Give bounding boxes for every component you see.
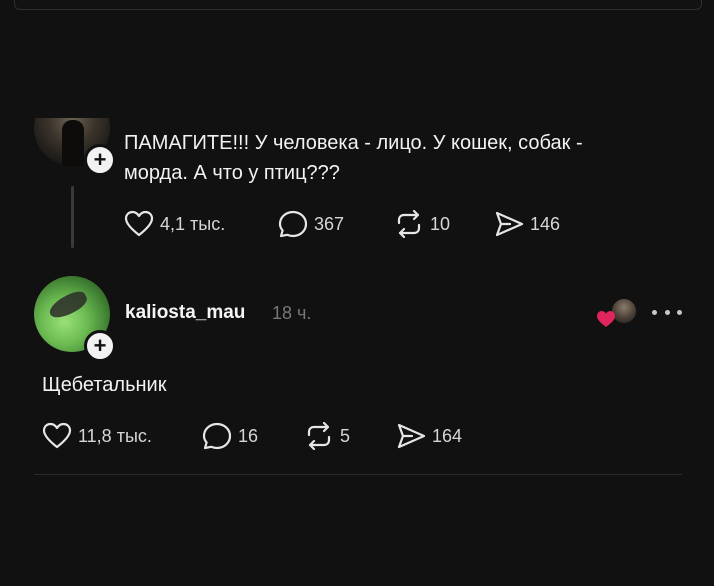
thread-line xyxy=(71,186,74,248)
feed-page: + ПАМАГИТЕ!!! У человека - лицо. У кошек… xyxy=(0,0,714,586)
post-reply: + ПАМАГИТЕ!!! У человека - лицо. У кошек… xyxy=(0,118,714,258)
post-actions: 11,8 тыс. 16 5 164 xyxy=(42,422,502,450)
post-text: Щебетальник xyxy=(42,374,167,396)
follow-plus-icon[interactable]: + xyxy=(84,330,116,362)
heart-icon xyxy=(124,210,154,237)
like-count: 11,8 тыс. xyxy=(78,425,152,446)
divider xyxy=(34,474,682,475)
previous-post-card[interactable] xyxy=(14,0,702,10)
post-actions: 4,1 тыс. 367 10 146 xyxy=(124,210,584,238)
like-button[interactable]: 4,1 тыс. xyxy=(124,210,225,238)
red-heart-icon xyxy=(597,311,615,327)
share-count: 164 xyxy=(432,425,463,446)
repost-icon xyxy=(397,210,421,238)
share-button[interactable]: 164 xyxy=(396,422,462,450)
send-icon xyxy=(397,423,426,449)
like-count: 4,1 тыс. xyxy=(160,213,226,234)
comment-bubble-icon xyxy=(202,422,232,450)
repost-count: 10 xyxy=(430,213,451,234)
comment-count: 367 xyxy=(314,213,345,234)
like-button[interactable]: 11,8 тыс. xyxy=(42,422,152,450)
repost-count: 5 xyxy=(340,425,351,446)
comment-button[interactable]: 16 xyxy=(202,422,258,450)
repost-icon xyxy=(307,422,331,450)
comment-button[interactable]: 367 xyxy=(278,210,344,238)
send-icon xyxy=(495,211,524,237)
post-text: ПАМАГИТЕ!!! У человека - лицо. У кошек, … xyxy=(124,132,583,184)
more-icon[interactable] xyxy=(652,302,682,322)
post: + kaliosta_mau 18 ч. Щебетальник 11,8 ты… xyxy=(0,276,714,476)
post-time: 18 ч. xyxy=(272,303,312,323)
comment-bubble-icon xyxy=(278,210,308,238)
username[interactable]: kaliosta_mau xyxy=(125,302,245,324)
follow-plus-icon[interactable]: + xyxy=(84,144,116,176)
share-count: 146 xyxy=(530,213,561,234)
repost-button[interactable]: 10 xyxy=(394,210,450,238)
comment-count: 16 xyxy=(238,425,259,446)
repost-button[interactable]: 5 xyxy=(304,422,350,450)
share-button[interactable]: 146 xyxy=(494,210,560,238)
heart-icon xyxy=(42,422,72,449)
